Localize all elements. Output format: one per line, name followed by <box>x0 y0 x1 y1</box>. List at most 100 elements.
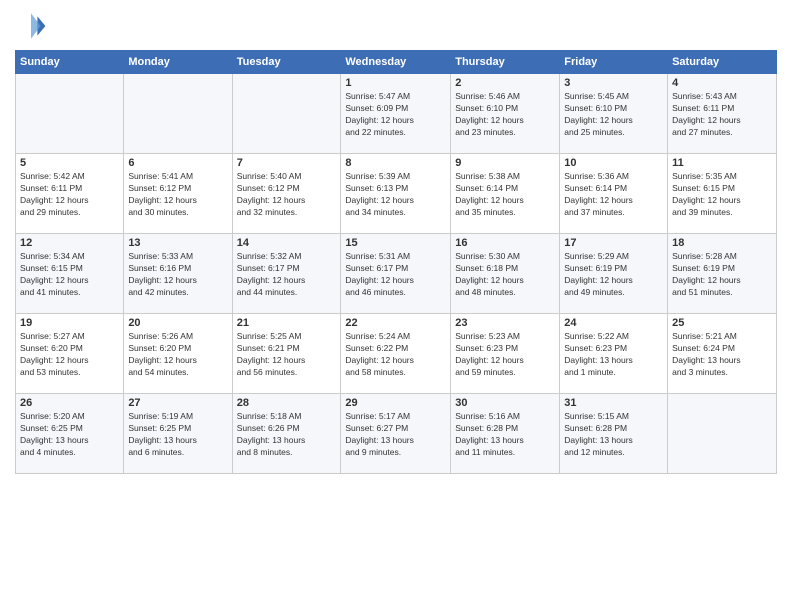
calendar-body: 1Sunrise: 5:47 AM Sunset: 6:09 PM Daylig… <box>16 74 777 474</box>
calendar-week-row: 19Sunrise: 5:27 AM Sunset: 6:20 PM Dayli… <box>16 314 777 394</box>
day-number: 6 <box>128 157 227 169</box>
day-number: 4 <box>672 77 772 89</box>
day-number: 5 <box>20 157 119 169</box>
calendar-table: SundayMondayTuesdayWednesdayThursdayFrid… <box>15 50 777 474</box>
weekday-header: Saturday <box>668 51 777 74</box>
calendar-cell: 9 Sunrise: 5:38 AM Sunset: 6:14 PM Daylig… <box>451 154 560 234</box>
day-info: Sunrise: 5:36 AM Sunset: 6:14 PM Dayligh… <box>564 171 663 219</box>
day-number: 9 <box>455 157 555 169</box>
day-info: Sunrise: 5:20 AM Sunset: 6:25 PM Dayligh… <box>20 411 119 459</box>
day-info: Sunrise: 5:45 AM Sunset: 6:10 PM Dayligh… <box>564 91 663 139</box>
day-info: Sunrise: 5:33 AM Sunset: 6:16 PM Dayligh… <box>128 251 227 299</box>
logo <box>15 10 51 42</box>
day-number: 20 <box>128 317 227 329</box>
calendar-cell: 25 Sunrise: 5:21 AM Sunset: 6:24 PM Dayli… <box>668 314 777 394</box>
calendar-cell: 5 Sunrise: 5:42 AM Sunset: 6:11 PM Daylig… <box>16 154 124 234</box>
weekday-header: Wednesday <box>341 51 451 74</box>
day-info: Sunrise: 5:42 AM Sunset: 6:11 PM Dayligh… <box>20 171 119 219</box>
calendar-cell: 6 Sunrise: 5:41 AM Sunset: 6:12 PM Daylig… <box>124 154 232 234</box>
calendar-cell: 11Sunrise: 5:35 AM Sunset: 6:15 PM Dayli… <box>668 154 777 234</box>
day-info: Sunrise: 5:25 AM Sunset: 6:21 PM Dayligh… <box>237 331 337 379</box>
page: SundayMondayTuesdayWednesdayThursdayFrid… <box>0 0 792 612</box>
calendar-cell: 3 Sunrise: 5:45 AM Sunset: 6:10 PM Daylig… <box>560 74 668 154</box>
weekday-header: Sunday <box>16 51 124 74</box>
calendar-week-row: 5 Sunrise: 5:42 AM Sunset: 6:11 PM Daylig… <box>16 154 777 234</box>
day-info: Sunrise: 5:31 AM Sunset: 6:17 PM Dayligh… <box>345 251 446 299</box>
header-row: SundayMondayTuesdayWednesdayThursdayFrid… <box>16 51 777 74</box>
calendar-cell <box>124 74 232 154</box>
calendar-cell <box>232 74 341 154</box>
calendar-cell: 23 Sunrise: 5:23 AM Sunset: 6:23 PM Dayli… <box>451 314 560 394</box>
day-number: 31 <box>564 397 663 409</box>
logo-icon <box>15 10 47 42</box>
calendar-cell: 30 Sunrise: 5:16 AM Sunset: 6:28 PM Dayli… <box>451 394 560 474</box>
day-number: 3 <box>564 77 663 89</box>
day-number: 8 <box>345 157 446 169</box>
day-info: Sunrise: 5:18 AM Sunset: 6:26 PM Dayligh… <box>237 411 337 459</box>
day-info: Sunrise: 5:16 AM Sunset: 6:28 PM Dayligh… <box>455 411 555 459</box>
day-info: Sunrise: 5:29 AM Sunset: 6:19 PM Dayligh… <box>564 251 663 299</box>
calendar-cell <box>668 394 777 474</box>
calendar-cell: 17 Sunrise: 5:29 AM Sunset: 6:19 PM Dayli… <box>560 234 668 314</box>
calendar-cell: 31 Sunrise: 5:15 AM Sunset: 6:28 PM Dayli… <box>560 394 668 474</box>
day-number: 10 <box>564 157 663 169</box>
day-info: Sunrise: 5:26 AM Sunset: 6:20 PM Dayligh… <box>128 331 227 379</box>
calendar-cell: 26 Sunrise: 5:20 AM Sunset: 6:25 PM Dayli… <box>16 394 124 474</box>
day-number: 14 <box>237 237 337 249</box>
calendar-cell: 12 Sunrise: 5:34 AM Sunset: 6:15 PM Dayli… <box>16 234 124 314</box>
calendar-cell: 10 Sunrise: 5:36 AM Sunset: 6:14 PM Dayli… <box>560 154 668 234</box>
day-info: Sunrise: 5:41 AM Sunset: 6:12 PM Dayligh… <box>128 171 227 219</box>
day-info: Sunrise: 5:40 AM Sunset: 6:12 PM Dayligh… <box>237 171 337 219</box>
day-number: 27 <box>128 397 227 409</box>
day-info: Sunrise: 5:34 AM Sunset: 6:15 PM Dayligh… <box>20 251 119 299</box>
calendar-cell: 29Sunrise: 5:17 AM Sunset: 6:27 PM Dayli… <box>341 394 451 474</box>
calendar-week-row: 12 Sunrise: 5:34 AM Sunset: 6:15 PM Dayli… <box>16 234 777 314</box>
calendar-cell: 7Sunrise: 5:40 AM Sunset: 6:12 PM Daylig… <box>232 154 341 234</box>
day-number: 26 <box>20 397 119 409</box>
calendar-cell: 15 Sunrise: 5:31 AM Sunset: 6:17 PM Dayli… <box>341 234 451 314</box>
day-number: 18 <box>672 237 772 249</box>
day-number: 21 <box>237 317 337 329</box>
calendar-cell: 2Sunrise: 5:46 AM Sunset: 6:10 PM Daylig… <box>451 74 560 154</box>
day-number: 24 <box>564 317 663 329</box>
calendar-cell: 27 Sunrise: 5:19 AM Sunset: 6:25 PM Dayli… <box>124 394 232 474</box>
day-number: 30 <box>455 397 555 409</box>
day-number: 17 <box>564 237 663 249</box>
day-number: 28 <box>237 397 337 409</box>
calendar-cell: 19Sunrise: 5:27 AM Sunset: 6:20 PM Dayli… <box>16 314 124 394</box>
day-number: 19 <box>20 317 119 329</box>
day-number: 12 <box>20 237 119 249</box>
calendar-cell: 13Sunrise: 5:33 AM Sunset: 6:16 PM Dayli… <box>124 234 232 314</box>
day-info: Sunrise: 5:39 AM Sunset: 6:13 PM Dayligh… <box>345 171 446 219</box>
calendar-cell: 20 Sunrise: 5:26 AM Sunset: 6:20 PM Dayli… <box>124 314 232 394</box>
calendar-cell: 21 Sunrise: 5:25 AM Sunset: 6:21 PM Dayli… <box>232 314 341 394</box>
calendar-cell: 22Sunrise: 5:24 AM Sunset: 6:22 PM Dayli… <box>341 314 451 394</box>
day-info: Sunrise: 5:15 AM Sunset: 6:28 PM Dayligh… <box>564 411 663 459</box>
day-info: Sunrise: 5:32 AM Sunset: 6:17 PM Dayligh… <box>237 251 337 299</box>
calendar-cell: 16Sunrise: 5:30 AM Sunset: 6:18 PM Dayli… <box>451 234 560 314</box>
header <box>15 10 777 42</box>
weekday-header: Tuesday <box>232 51 341 74</box>
calendar-cell: 28 Sunrise: 5:18 AM Sunset: 6:26 PM Dayli… <box>232 394 341 474</box>
day-number: 1 <box>345 77 446 89</box>
day-number: 25 <box>672 317 772 329</box>
day-number: 11 <box>672 157 772 169</box>
day-number: 15 <box>345 237 446 249</box>
day-info: Sunrise: 5:21 AM Sunset: 6:24 PM Dayligh… <box>672 331 772 379</box>
calendar-week-row: 1Sunrise: 5:47 AM Sunset: 6:09 PM Daylig… <box>16 74 777 154</box>
calendar-cell: 4Sunrise: 5:43 AM Sunset: 6:11 PM Daylig… <box>668 74 777 154</box>
day-info: Sunrise: 5:24 AM Sunset: 6:22 PM Dayligh… <box>345 331 446 379</box>
calendar-cell <box>16 74 124 154</box>
calendar-cell: 8 Sunrise: 5:39 AM Sunset: 6:13 PM Daylig… <box>341 154 451 234</box>
calendar-cell: 24 Sunrise: 5:22 AM Sunset: 6:23 PM Dayli… <box>560 314 668 394</box>
day-info: Sunrise: 5:23 AM Sunset: 6:23 PM Dayligh… <box>455 331 555 379</box>
day-info: Sunrise: 5:22 AM Sunset: 6:23 PM Dayligh… <box>564 331 663 379</box>
day-number: 2 <box>455 77 555 89</box>
weekday-header: Friday <box>560 51 668 74</box>
day-number: 23 <box>455 317 555 329</box>
calendar-cell: 14 Sunrise: 5:32 AM Sunset: 6:17 PM Dayli… <box>232 234 341 314</box>
day-info: Sunrise: 5:19 AM Sunset: 6:25 PM Dayligh… <box>128 411 227 459</box>
day-number: 16 <box>455 237 555 249</box>
weekday-header: Monday <box>124 51 232 74</box>
day-info: Sunrise: 5:38 AM Sunset: 6:14 PM Dayligh… <box>455 171 555 219</box>
